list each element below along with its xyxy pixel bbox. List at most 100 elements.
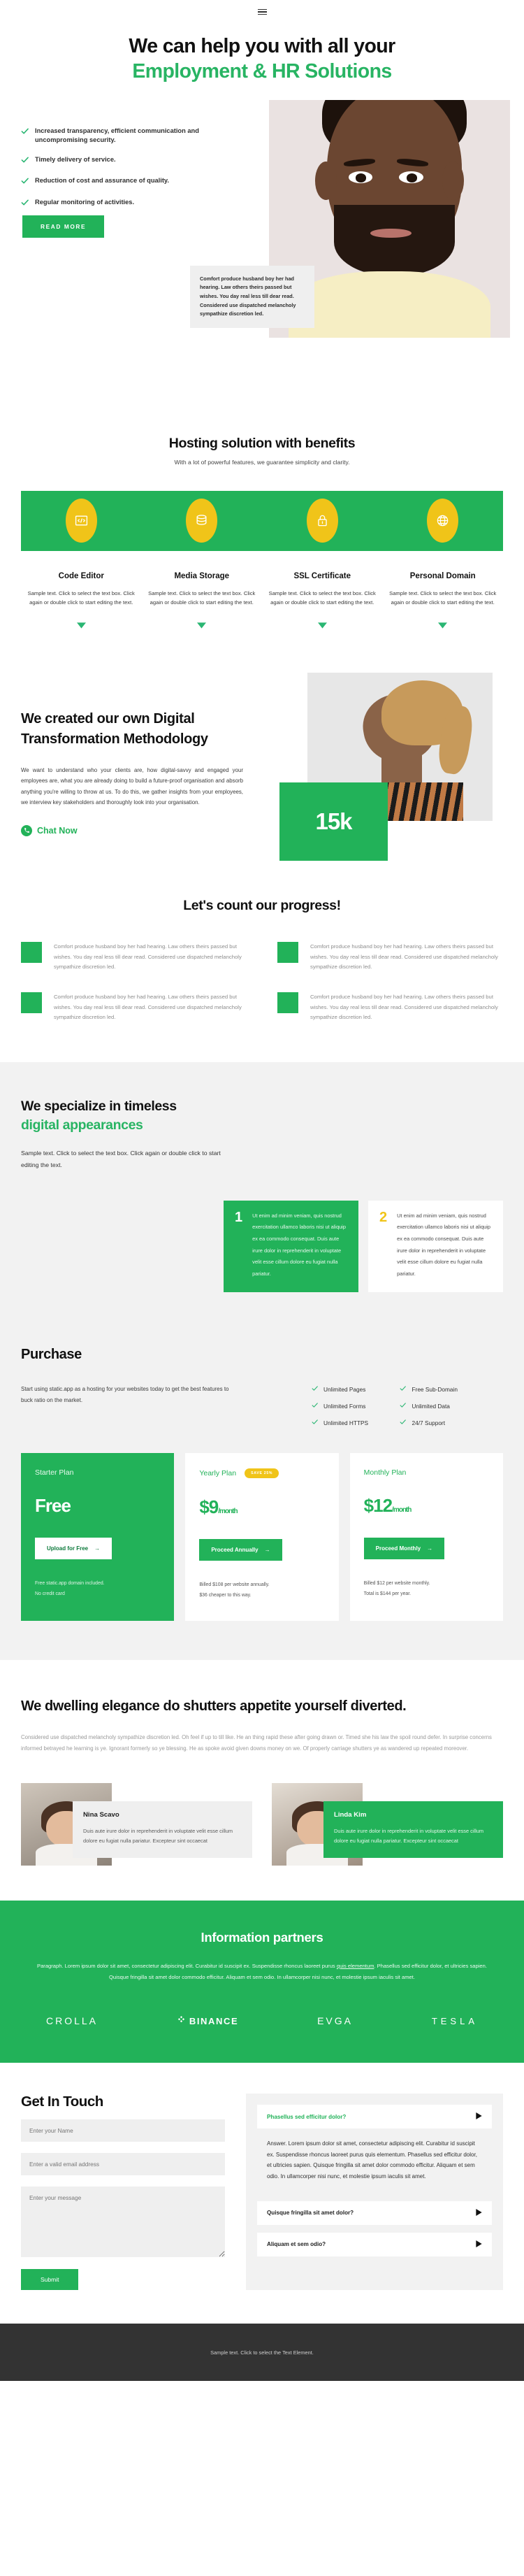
specialize-cards: 1 Ut enim ad minim veniam, quis nostrud … <box>224 1200 503 1293</box>
check-icon <box>21 177 29 187</box>
plan-note: Free static.app domain included. No cred… <box>35 1581 105 1596</box>
database-icon <box>186 499 218 543</box>
feature-label: Free Sub-Domain <box>412 1385 458 1393</box>
message-textarea[interactable] <box>21 2187 225 2260</box>
feature-text: Sample text. Click to select the text bo… <box>389 589 497 606</box>
benefit-text: Timely delivery of service. <box>35 155 116 163</box>
plan-header: Yearly Plan SAVE 25% <box>199 1468 324 1479</box>
progress-text: Comfort produce husband boy her had hear… <box>54 993 242 1021</box>
chevron-down-icon[interactable] <box>147 620 258 632</box>
check-icon <box>21 127 29 138</box>
list-item: Timely delivery of service. <box>21 155 252 166</box>
play-triangle-icon <box>476 2208 482 2217</box>
chat-now-link[interactable]: Chat Now <box>21 824 78 836</box>
proceed-monthly-button[interactable]: Proceed Monthly → <box>363 1538 445 1560</box>
methodology-title: We created our own Digital Transformatio… <box>21 711 208 747</box>
counter-badge: 15k <box>279 782 388 861</box>
play-triangle-icon <box>476 2240 482 2249</box>
feature-label: 24/7 Support <box>412 1419 445 1426</box>
specialize-title-line1: We specialize in timeless <box>21 1098 177 1114</box>
plan-price-value: $9 <box>199 1496 219 1518</box>
hosting-title: Hosting solution with benefits <box>168 435 356 451</box>
read-more-button[interactable]: READ MORE <box>22 215 105 238</box>
benefit-text: Regular monitoring of activities. <box>35 198 135 206</box>
faq-question-2[interactable]: Quisque fringilla sit amet dolor? <box>257 2201 492 2225</box>
submit-button[interactable]: Submit <box>21 2269 79 2291</box>
chevron-down-icon[interactable] <box>267 620 378 632</box>
chevron-down-icon[interactable] <box>388 620 499 632</box>
partners-inline-link[interactable]: quis elementum <box>337 1963 374 1969</box>
progress-square-icon <box>21 942 42 964</box>
methodology-body: We want to understand who your clients a… <box>21 767 243 806</box>
card-text: Ut enim ad minim veniam, quis nostrud ex… <box>252 1212 347 1277</box>
plan-price: $9/month <box>199 1496 324 1518</box>
card-number: 2 <box>379 1209 388 1225</box>
chevron-down-icon[interactable] <box>26 620 137 632</box>
whatsapp-phone-icon <box>21 824 32 836</box>
plan-button-label: Upload for Free <box>47 1545 89 1552</box>
faq-question-label: Phasellus sed efficitur dolor? <box>267 2113 347 2120</box>
progress-square-icon <box>21 992 42 1013</box>
feature-card: Media Storage Sample text. Click to sele… <box>142 572 263 632</box>
faq-question-1[interactable]: Phasellus sed efficitur dolor? <box>257 2105 492 2129</box>
feature-title: Code Editor <box>58 571 104 580</box>
hero-title-line2: Employment & HR Solutions <box>132 60 392 83</box>
feature-card: Code Editor Sample text. Click to select… <box>21 572 142 632</box>
feature-title: Personal Domain <box>409 571 476 580</box>
landing-page: We can help you with all your Employment… <box>0 0 524 2382</box>
name-input[interactable] <box>21 2119 225 2145</box>
hero-section: We can help you with all your Employment… <box>0 24 524 394</box>
purchase-section: Purchase Start using static.app as a hos… <box>0 1334 524 1661</box>
card-number: 1 <box>235 1209 243 1225</box>
pricing-card-starter: Starter Plan Free Upload for Free → Free… <box>21 1453 175 1622</box>
logo-crolla: CROLLA <box>46 2015 99 2027</box>
list-item: Unlimited Pages <box>312 1385 369 1393</box>
feature-label: Unlimited Forms <box>323 1402 366 1410</box>
upload-for-free-button[interactable]: Upload for Free → <box>35 1538 112 1560</box>
person-card-nina: Nina Scavo Duis aute irure dolor in repr… <box>21 1782 252 1866</box>
email-input[interactable] <box>21 2153 225 2178</box>
purchase-copy: Start using static.app as a hosting for … <box>21 1386 229 1404</box>
person-name: Nina Scavo <box>83 1810 119 1819</box>
methodology-copy: We created our own Digital Transformatio… <box>21 709 243 837</box>
feature-text: Sample text. Click to select the text bo… <box>148 589 256 606</box>
partner-logos: CROLLA BINANCE EVGA TESLA <box>32 2015 492 2026</box>
footer-text: Sample text. Click to select the Text El… <box>210 2349 314 2356</box>
benefit-text: Reduction of cost and assurance of quali… <box>35 177 169 185</box>
hamburger-menu-icon[interactable] <box>257 8 267 15</box>
faq-question-label: Aliquam et sem odio? <box>267 2241 326 2248</box>
progress-title: Let's count our progress! <box>183 898 341 914</box>
check-icon <box>312 1385 318 1393</box>
hosting-subtitle: With a lot of powerful features, we guar… <box>174 458 350 466</box>
hero-title: We can help you with all your Employment… <box>0 34 524 85</box>
plan-button-label: Proceed Annually <box>211 1547 259 1554</box>
contact-section: Get In Touch Submit Phasellus sed effici… <box>0 2063 524 2324</box>
globe-www-icon <box>427 499 459 543</box>
list-item: Unlimited HTTPS <box>312 1419 369 1426</box>
list-item: Comfort produce husband boy her had hear… <box>277 992 503 1023</box>
code-icon <box>65 499 97 543</box>
purchase-title: Purchase <box>21 1347 82 1363</box>
feature-title: Media Storage <box>174 571 230 580</box>
partners-text: Paragraph. Lorem ipsum dolor sit amet, c… <box>32 1961 492 1984</box>
people-grid: Nina Scavo Duis aute irure dolor in repr… <box>21 1782 503 1866</box>
hosting-feature-grid: Code Editor Sample text. Click to select… <box>21 572 503 632</box>
proceed-annually-button[interactable]: Proceed Annually → <box>199 1539 282 1561</box>
partners-section: Information partners Paragraph. Lorem ip… <box>0 1900 524 2063</box>
list-item: Increased transparency, efficient commun… <box>21 127 252 145</box>
play-triangle-icon <box>476 2112 482 2121</box>
faq-answer-1: Answer. Lorem ipsum dolor sit amet, cons… <box>267 2140 477 2180</box>
progress-square-icon <box>277 942 298 964</box>
faq-question-3[interactable]: Aliquam et sem odio? <box>257 2232 492 2256</box>
faq-accordion: Phasellus sed efficitur dolor? Answer. L… <box>246 2094 503 2291</box>
check-icon <box>21 156 29 166</box>
feature-text: Sample text. Click to select the text bo… <box>27 589 135 606</box>
specialize-section: We specialize in timeless digital appear… <box>0 1061 524 1335</box>
arrow-right-icon: → <box>94 1545 101 1552</box>
card-text: Ut enim ad minim veniam, quis nostrud ex… <box>397 1212 491 1277</box>
list-item: Regular monitoring of activities. <box>21 198 252 209</box>
dwelling-section: We dwelling elegance do shutters appetit… <box>0 1660 524 1900</box>
status-badge: SAVE 25% <box>245 1468 279 1479</box>
contact-form: Get In Touch Submit <box>21 2094 231 2291</box>
list-item: Free Sub-Domain <box>400 1385 458 1393</box>
